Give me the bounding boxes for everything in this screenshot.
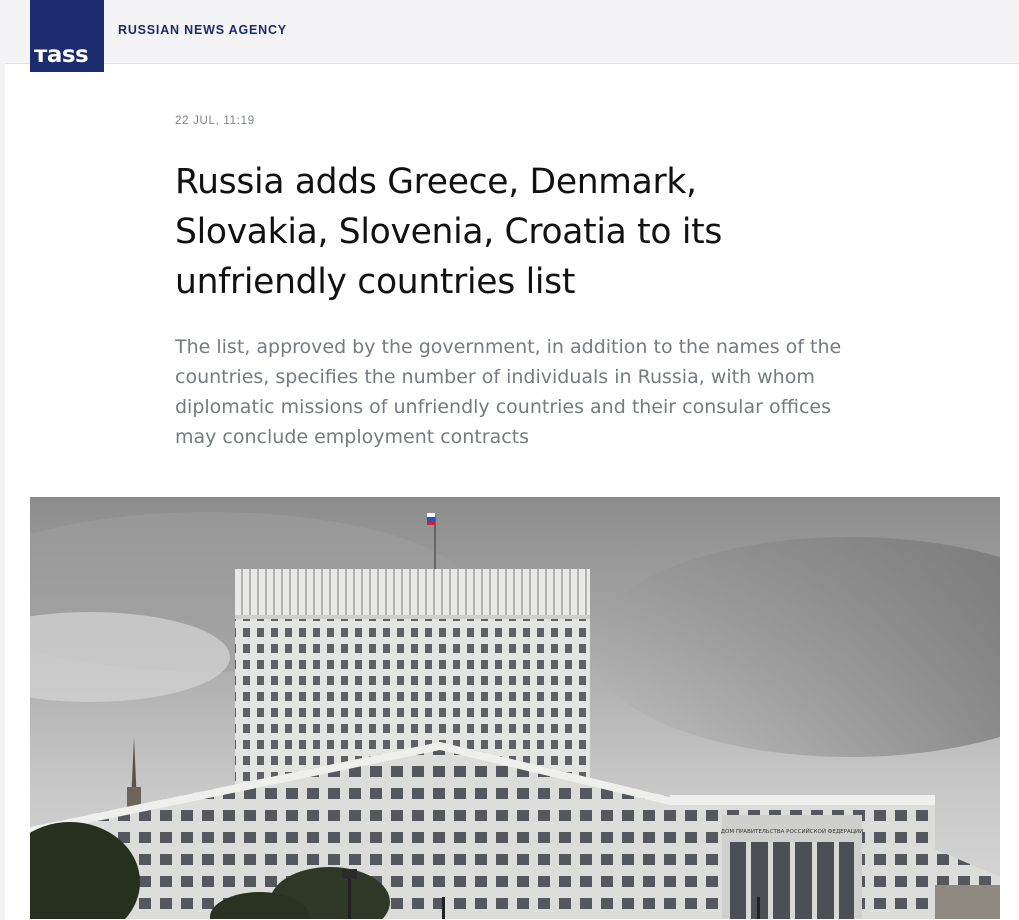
article-date: 22 JUL, 11:19 [175,115,255,127]
article-lead: The list, approved by the government, in… [175,336,842,448]
agency-name[interactable]: RUSSIAN NEWS AGENCY [118,23,287,37]
building-sign: ДОМ ПРАВИТЕЛЬСТВА РОССИЙСКОЙ ФЕДЕРАЦИИ [721,828,864,835]
tass-logo[interactable]: тass [30,0,104,72]
article-title: Russia adds Greece, Denmark, Slovakia, S… [175,162,723,302]
government-house-photo: ДОМ ПРАВИТЕЛЬСТВА РОССИЙСКОЙ ФЕДЕРАЦИИ [30,497,1000,919]
article-photo: ДОМ ПРАВИТЕЛЬСТВА РОССИЙСКОЙ ФЕДЕРАЦИИ [30,497,1000,919]
logo-text: тass [34,42,89,68]
site-header: тass RUSSIAN NEWS AGENCY [0,0,1019,72]
